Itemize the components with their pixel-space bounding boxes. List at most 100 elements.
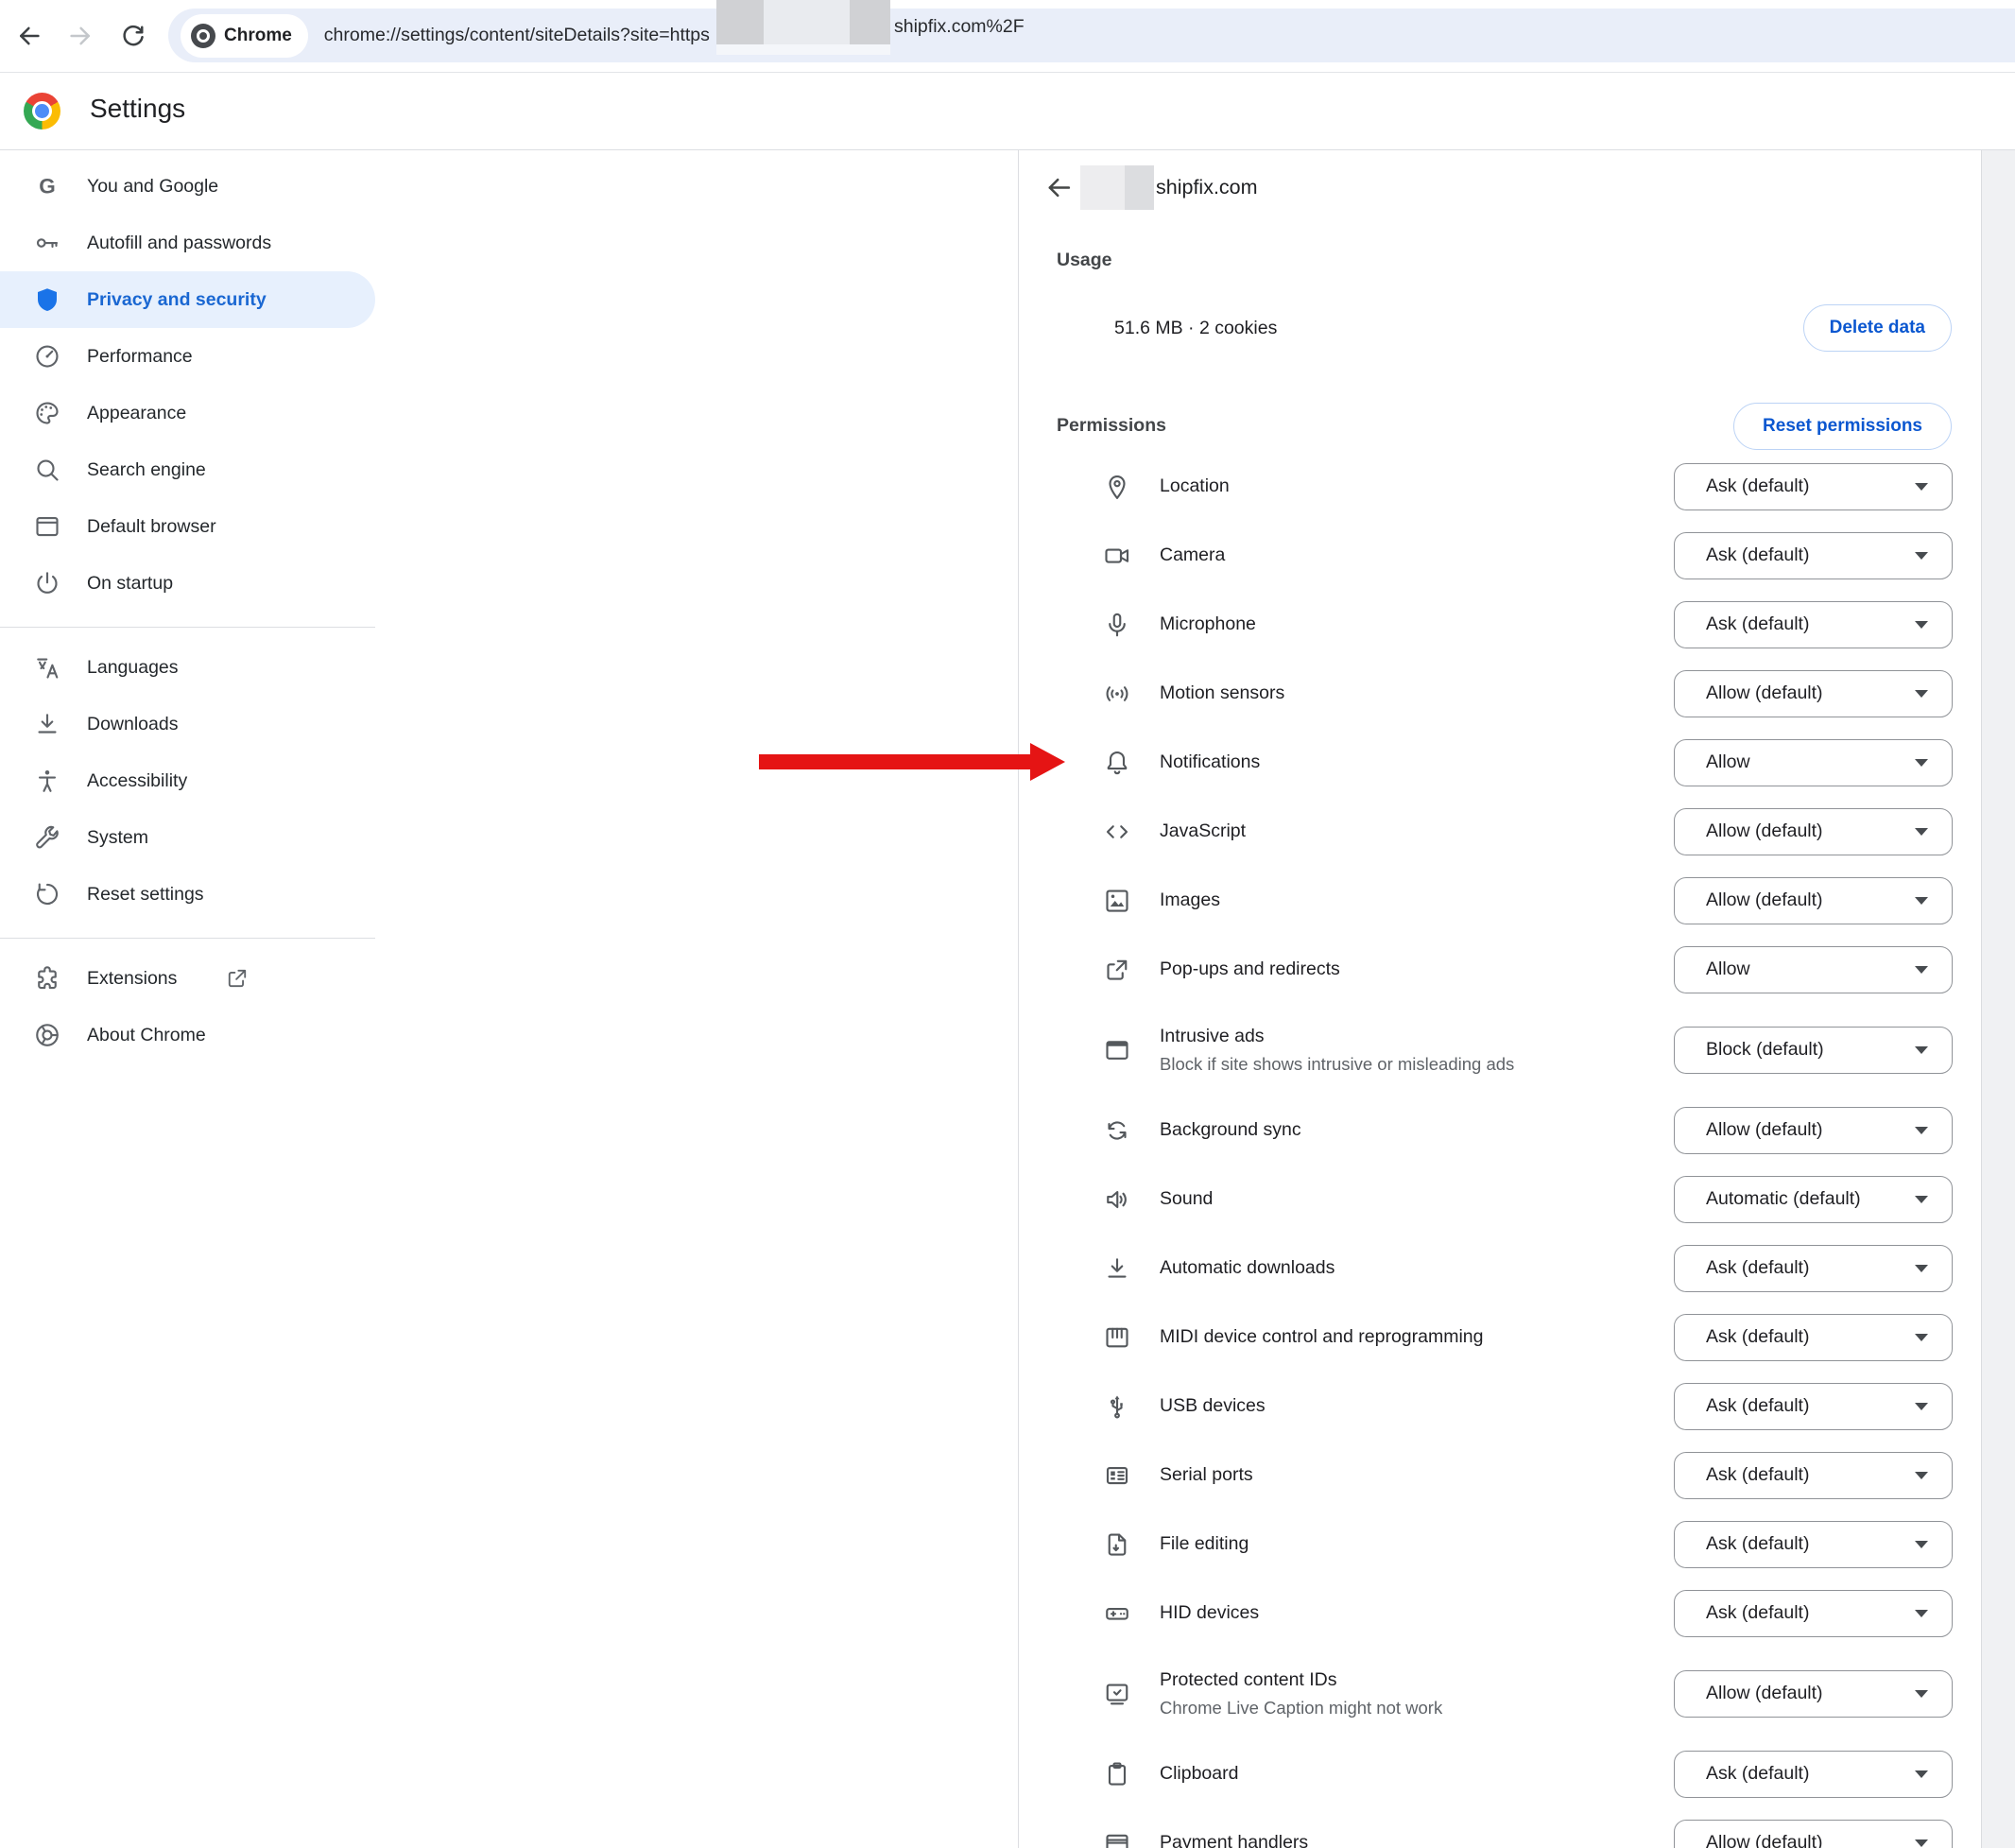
wrench-icon [33,823,61,852]
sidebar-item-label: Performance [87,346,193,368]
motion-sensors-icon [1103,680,1131,708]
sidebar-item-default-browser[interactable]: Default browser [0,498,375,555]
chevron-down-icon [1915,690,1928,698]
site-title: shipfix.com [1156,176,1258,199]
sidebar-item-about-chrome[interactable]: About Chrome [0,1007,375,1063]
url-text-suffix: shipfix.com%2F [894,0,1025,54]
sidebar-item-label: About Chrome [87,1025,206,1046]
back-arrow-icon[interactable] [1042,171,1076,205]
accessibility-icon [33,767,61,795]
reset-permissions-button[interactable]: Reset permissions [1733,403,1952,450]
back-icon[interactable] [8,14,51,58]
sidebar-item-performance[interactable]: Performance [0,328,375,385]
browser-toolbar: Chrome chrome://settings/content/siteDet… [0,0,2015,73]
permission-row-payment-handlers: Payment handlersAllow (default) [1019,1808,1981,1848]
permission-select-sound[interactable]: Automatic (default) [1674,1176,1953,1223]
permission-select-value: Automatic (default) [1706,1188,1861,1210]
delete-data-button[interactable]: Delete data [1803,304,1952,352]
speedometer-icon [33,342,61,371]
permission-select-value: Ask (default) [1706,1326,1809,1348]
permission-select-javascript[interactable]: Allow (default) [1674,808,1953,855]
permission-select-value: Allow (default) [1706,1683,1823,1704]
sidebar-item-appearance[interactable]: Appearance [0,385,375,441]
sidebar-item-label: On startup [87,573,173,595]
chevron-down-icon [1915,552,1928,560]
sidebar-item-privacy-and-security[interactable]: Privacy and security [0,271,375,328]
permission-select-motion-sensors[interactable]: Allow (default) [1674,670,1953,717]
sidebar-item-extensions[interactable]: Extensions [0,950,375,1007]
permission-label: Pop-ups and redirects [1160,959,1340,980]
sidebar-item-label: Appearance [87,403,186,424]
location-icon [1103,473,1131,501]
permission-label: USB devices [1160,1395,1266,1417]
sidebar-item-downloads[interactable]: Downloads [0,696,375,752]
permission-select-location[interactable]: Ask (default) [1674,463,1953,510]
sidebar-item-autofill-and-passwords[interactable]: Autofill and passwords [0,215,375,271]
permission-row-protected-content-ids: Protected content IDsChrome Live Caption… [1019,1648,1981,1739]
key-icon [33,229,61,257]
chevron-down-icon [1915,1472,1928,1479]
chevron-down-icon [1915,1770,1928,1778]
sidebar-item-languages[interactable]: Languages [0,639,375,696]
sidebar-item-reset-settings[interactable]: Reset settings [0,866,375,923]
permission-select-value: Allow (default) [1706,682,1823,704]
permission-select-payment-handlers[interactable]: Allow (default) [1674,1820,1953,1848]
permission-select-background-sync[interactable]: Allow (default) [1674,1107,1953,1154]
url-redaction-block [716,0,890,44]
permission-select-clipboard[interactable]: Ask (default) [1674,1751,1953,1798]
permission-select-value: Ask (default) [1706,475,1809,497]
permission-row-automatic-downloads: Automatic downloadsAsk (default) [1019,1234,1981,1303]
permission-row-notifications: NotificationsAllow [1019,728,1981,797]
permission-label: Protected content IDs [1160,1669,1442,1691]
power-icon [33,569,61,597]
chevron-down-icon [1915,621,1928,629]
permission-select-microphone[interactable]: Ask (default) [1674,601,1953,648]
sidebar-divider [0,627,375,628]
permission-select-camera[interactable]: Ask (default) [1674,532,1953,579]
usage-row: 51.6 MB · 2 cookies Delete data [1057,304,1952,352]
sidebar-divider [0,938,375,939]
permission-select-images[interactable]: Allow (default) [1674,877,1953,924]
permission-select-value: Allow (default) [1706,820,1823,842]
permission-select-hid-devices[interactable]: Ask (default) [1674,1590,1953,1637]
permission-select-automatic-downloads[interactable]: Ask (default) [1674,1245,1953,1292]
red-annotation-arrow [751,728,1077,796]
permission-select-file-editing[interactable]: Ask (default) [1674,1521,1953,1568]
clipboard-icon [1103,1760,1131,1788]
chevron-down-icon [1915,483,1928,491]
chrome-logo-icon [24,93,60,130]
permission-select-serial-ports[interactable]: Ask (default) [1674,1452,1953,1499]
permission-select-value: Ask (default) [1706,544,1809,566]
chevron-down-icon [1915,1127,1928,1134]
sidebar-item-accessibility[interactable]: Accessibility [0,752,375,809]
page-title: Settings [90,94,185,124]
sidebar-item-search-engine[interactable]: Search engine [0,441,375,498]
sidebar-item-on-startup[interactable]: On startup [0,555,375,612]
permission-row-microphone: MicrophoneAsk (default) [1019,590,1981,659]
address-bar[interactable]: Chrome chrome://settings/content/siteDet… [168,9,2015,62]
permission-select-protected-content-ids[interactable]: Allow (default) [1674,1670,1953,1718]
chrome-site-chip[interactable]: Chrome [181,14,308,58]
forward-icon[interactable] [59,14,102,58]
sidebar-item-system[interactable]: System [0,809,375,866]
browser-window-icon [33,512,61,541]
permission-label: Intrusive ads [1160,1026,1514,1047]
site-details-panel: shipfix.com Usage 51.6 MB · 2 cookies De… [1018,150,1981,1848]
permission-select-value: Ask (default) [1706,1763,1809,1785]
permission-select-value: Ask (default) [1706,1257,1809,1279]
permission-select-value: Block (default) [1706,1039,1824,1061]
shield-icon [33,285,61,314]
sidebar-item-you-and-google[interactable]: GYou and Google [0,158,375,215]
permission-row-javascript: JavaScriptAllow (default) [1019,797,1981,866]
chevron-down-icon [1915,1839,1928,1847]
scrollbar-track[interactable] [1981,150,2015,1848]
permission-select-midi-device-control-and-reprogramming[interactable]: Ask (default) [1674,1314,1953,1361]
sidebar-item-label: Extensions [87,968,177,990]
permission-select-intrusive-ads[interactable]: Block (default) [1674,1027,1953,1074]
permission-select-usb-devices[interactable]: Ask (default) [1674,1383,1953,1430]
sidebar-item-label: Accessibility [87,770,187,792]
permission-select-notifications[interactable]: Allow [1674,739,1953,786]
reload-icon[interactable] [112,14,155,58]
google-g-icon: G [33,172,61,200]
permission-select-pop-ups-and-redirects[interactable]: Allow [1674,946,1953,993]
